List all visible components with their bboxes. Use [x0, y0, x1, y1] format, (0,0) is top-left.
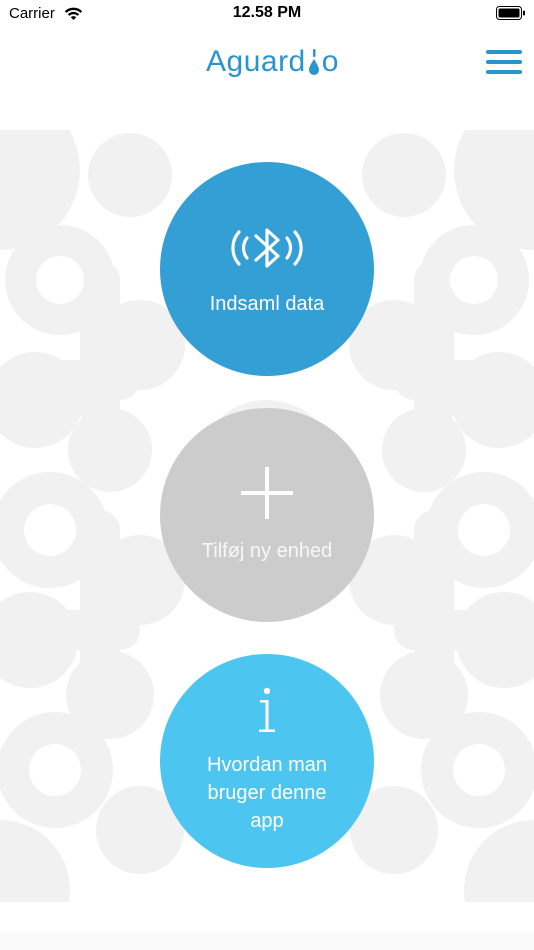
water-drop-icon — [307, 47, 321, 77]
collect-data-button[interactable]: Indsaml data — [160, 162, 374, 376]
add-device-label: Tilføj ny enhed — [201, 540, 333, 562]
navigation-bar: Aguard o — [0, 30, 534, 90]
add-device-button[interactable]: Tilføj ny enhed — [160, 408, 374, 622]
logo-text-left: Aguard — [206, 45, 306, 78]
collect-data-label: Indsaml data — [209, 293, 325, 315]
how-to-use-button[interactable]: Hvordan man bruger denne app — [160, 654, 374, 868]
bottom-bar — [0, 932, 534, 950]
hamburger-menu-icon[interactable] — [486, 48, 522, 76]
battery-icon — [496, 6, 526, 20]
how-to-use-label: Hvordan man bruger denne app — [206, 754, 328, 832]
logo-text-right: o — [321, 45, 339, 78]
info-icon — [256, 687, 278, 735]
status-bar: Carrier 12.58 PM — [0, 0, 534, 30]
bluetooth-signal-icon — [231, 220, 303, 276]
main-content: Indsaml data Tilføj ny enhed Hvordan man… — [0, 130, 534, 902]
status-time: 12.58 PM — [232, 4, 302, 21]
aguardio-logo: Aguard o — [206, 42, 339, 82]
plus-icon — [239, 465, 295, 521]
